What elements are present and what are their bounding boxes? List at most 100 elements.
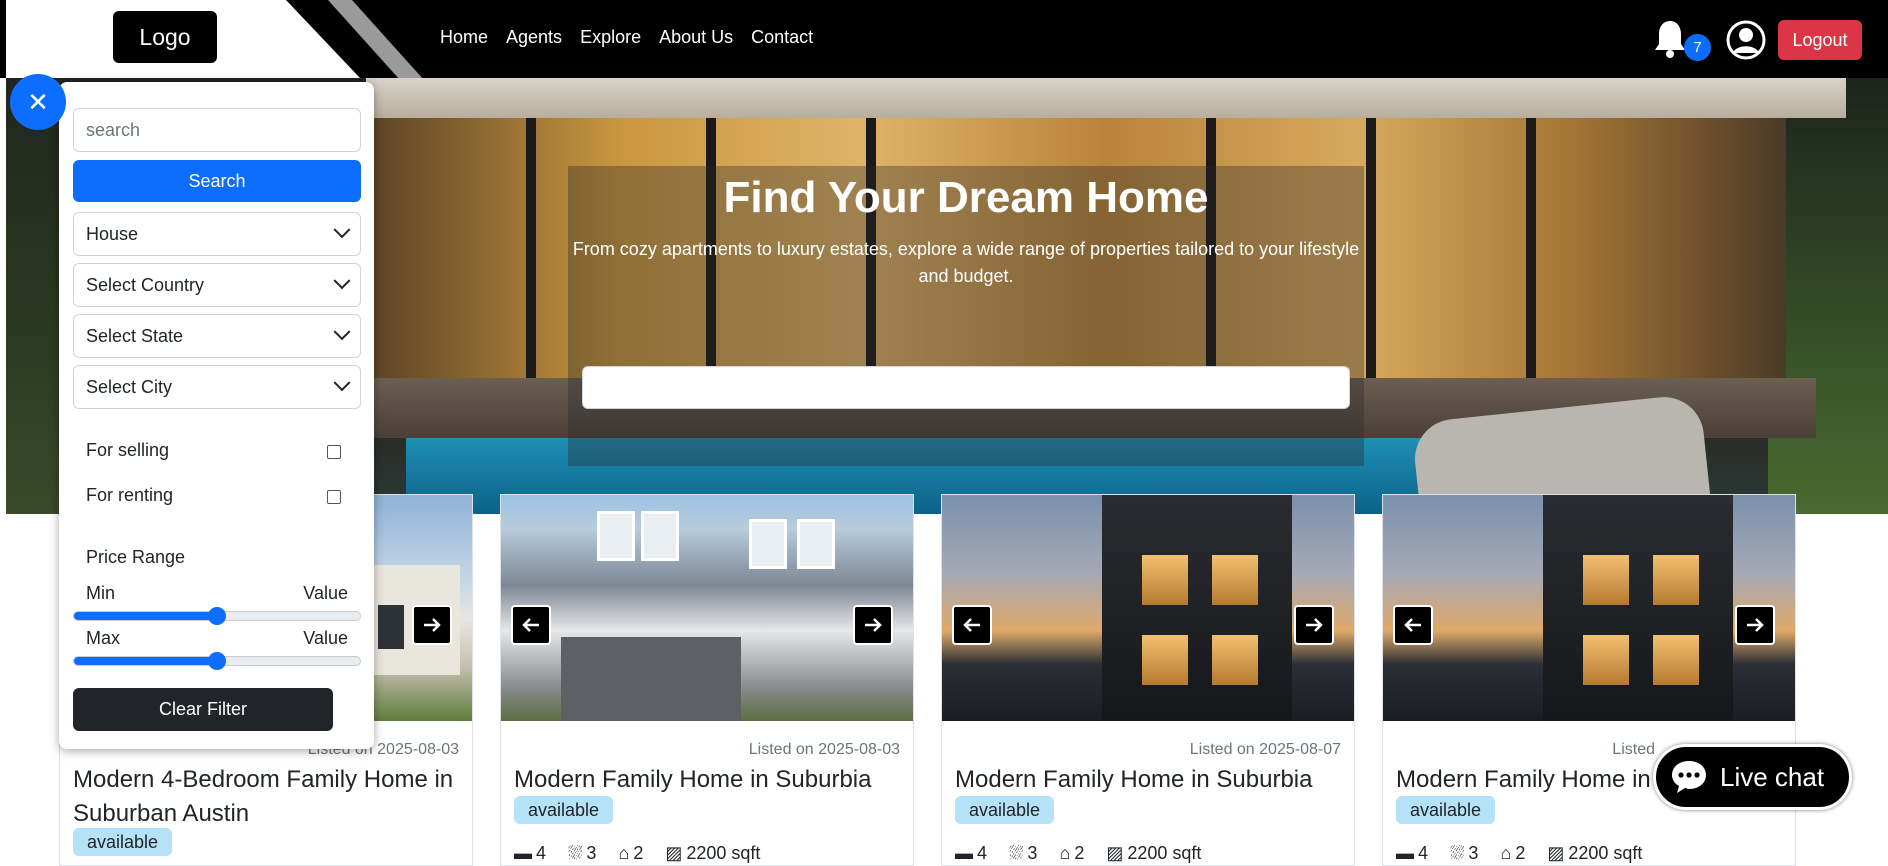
- area-stat: ▨ 2200 sqft: [1547, 843, 1642, 864]
- country-value: Select Country: [86, 274, 205, 295]
- property-title[interactable]: Modern Family Home in Suburbia: [955, 763, 1345, 797]
- filter-search-input[interactable]: search: [73, 108, 361, 152]
- garage-stat: ⌂ 2: [618, 843, 643, 864]
- nav-link-agents[interactable]: Agents: [506, 27, 562, 48]
- property-card[interactable]: Listed on 2025-08-07 Modern Family Home …: [941, 494, 1355, 866]
- property-card[interactable]: Listed Modern Family Home in S available…: [1382, 494, 1796, 866]
- listed-date: Listed: [1612, 741, 1655, 758]
- notification-badge: 7: [1684, 34, 1711, 61]
- hero-search-input[interactable]: [582, 366, 1350, 409]
- bedrooms-stat: ▬ 4: [1396, 843, 1428, 864]
- nav-links: Home Agents Explore About Us Contact: [440, 27, 831, 48]
- bed-icon: ▬: [1396, 843, 1414, 863]
- garage-icon: ⌂: [1059, 843, 1071, 863]
- listed-date: Listed on 2025-08-03: [748, 741, 900, 758]
- nav-link-about-us[interactable]: About Us: [659, 27, 733, 48]
- property-image: [501, 495, 913, 721]
- area-value: 2200 sqft: [1568, 843, 1643, 863]
- country-select[interactable]: Select Country: [73, 263, 361, 307]
- price-range-label: Price Range: [86, 547, 186, 567]
- min-slider-thumb[interactable]: [208, 607, 226, 625]
- house-window: [378, 605, 404, 649]
- live-chat-label: Live chat: [1720, 761, 1825, 792]
- property-card[interactable]: Listed on 2025-08-03 Modern Family Home …: [500, 494, 914, 866]
- bathrooms-count: 3: [1468, 843, 1479, 863]
- min-price-slider[interactable]: [73, 607, 361, 625]
- top-navbar: Logo Home Agents Explore About Us Contac…: [0, 0, 1888, 78]
- live-chat-button[interactable]: Live chat: [1653, 744, 1852, 810]
- garage-count: 2: [633, 843, 644, 863]
- city-select[interactable]: Select City: [73, 365, 361, 409]
- prev-image-button[interactable]: [511, 605, 551, 645]
- nav-link-explore[interactable]: Explore: [580, 27, 641, 48]
- nav-link-contact[interactable]: Contact: [751, 27, 813, 48]
- max-value-label: Value: [303, 628, 348, 648]
- area-value: 2200 sqft: [1127, 843, 1202, 863]
- shower-icon: ⛆: [1450, 843, 1465, 863]
- tower-window: [1653, 555, 1699, 605]
- for-selling-label: For selling: [86, 440, 170, 460]
- property-type-value: House: [86, 223, 139, 244]
- next-image-button[interactable]: [853, 605, 893, 645]
- tower-window: [1583, 635, 1629, 685]
- logo[interactable]: Logo: [113, 11, 217, 63]
- property-image: [942, 495, 1354, 721]
- shower-icon: ⛆: [1009, 843, 1024, 863]
- close-filter-button[interactable]: ✕: [10, 74, 66, 130]
- min-value-label: Value: [303, 583, 348, 603]
- state-select[interactable]: Select State: [73, 314, 361, 358]
- filter-panel: search Search House Select Country Selec…: [59, 82, 374, 749]
- nav-link-home[interactable]: Home: [440, 27, 488, 48]
- garage-icon: ⌂: [618, 843, 630, 863]
- bed-icon: ▬: [514, 843, 532, 863]
- arrow-right-icon: [424, 618, 441, 632]
- status-badge: available: [1396, 796, 1496, 824]
- property-type-select[interactable]: House: [73, 212, 361, 256]
- next-image-button[interactable]: [1735, 605, 1775, 645]
- next-image-button[interactable]: [412, 605, 452, 645]
- prev-image-button[interactable]: [1393, 605, 1433, 645]
- tower-building: [1543, 495, 1733, 721]
- arrow-left-icon: [522, 618, 539, 632]
- tower-window: [1212, 555, 1258, 605]
- clear-filter-button[interactable]: Clear Filter: [73, 688, 333, 731]
- house-window: [749, 519, 787, 569]
- hero-window-frame: [526, 118, 536, 378]
- for-renting-checkbox[interactable]: [327, 490, 341, 504]
- hero-house-roof: [366, 78, 1846, 118]
- chat-bubble-icon: [1672, 761, 1706, 793]
- tower-building: [1102, 495, 1292, 721]
- property-title[interactable]: Modern Family Home in Suburbia: [514, 763, 904, 797]
- max-label: Max: [86, 628, 121, 648]
- max-slider-thumb[interactable]: [208, 652, 226, 670]
- property-stats: ▬ 4 ⛆ 3 ⌂ 2 ▨ 2200 sqft: [955, 843, 1201, 864]
- hero-title: Find Your Dream Home: [723, 173, 1209, 222]
- logout-button[interactable]: Logout: [1778, 20, 1862, 60]
- for-selling-checkbox[interactable]: [327, 445, 341, 459]
- property-title[interactable]: Modern 4-Bedroom Family Home in Suburban…: [73, 763, 463, 831]
- hero-foliage-right: [1768, 78, 1888, 514]
- chevron-down-icon: [333, 323, 351, 341]
- bathrooms-stat: ⛆ 3: [1450, 843, 1478, 864]
- house-window: [797, 519, 835, 569]
- city-value: Select City: [86, 376, 173, 397]
- state-value: Select State: [86, 325, 184, 346]
- prev-image-button[interactable]: [952, 605, 992, 645]
- area-icon: ▨: [665, 843, 683, 863]
- bathrooms-stat: ⛆ 3: [568, 843, 596, 864]
- bedrooms-count: 4: [536, 843, 547, 863]
- arrow-right-icon: [865, 618, 882, 632]
- tower-window: [1142, 635, 1188, 685]
- garage-count: 2: [1515, 843, 1526, 863]
- user-avatar-icon[interactable]: [1726, 20, 1766, 60]
- chevron-down-icon: [333, 272, 351, 290]
- garage-stat: ⌂ 2: [1500, 843, 1525, 864]
- bell-icon[interactable]: [1653, 19, 1687, 59]
- bathrooms-stat: ⛆ 3: [1009, 843, 1037, 864]
- max-price-slider[interactable]: [73, 652, 361, 670]
- next-image-button[interactable]: [1294, 605, 1334, 645]
- search-button[interactable]: Search: [73, 160, 361, 202]
- area-value: 2200 sqft: [686, 843, 761, 863]
- shower-icon: ⛆: [568, 843, 583, 863]
- property-stats: ▬ 4 ⛆ 3 ⌂ 2 ▨ 2200 sqft: [514, 843, 760, 864]
